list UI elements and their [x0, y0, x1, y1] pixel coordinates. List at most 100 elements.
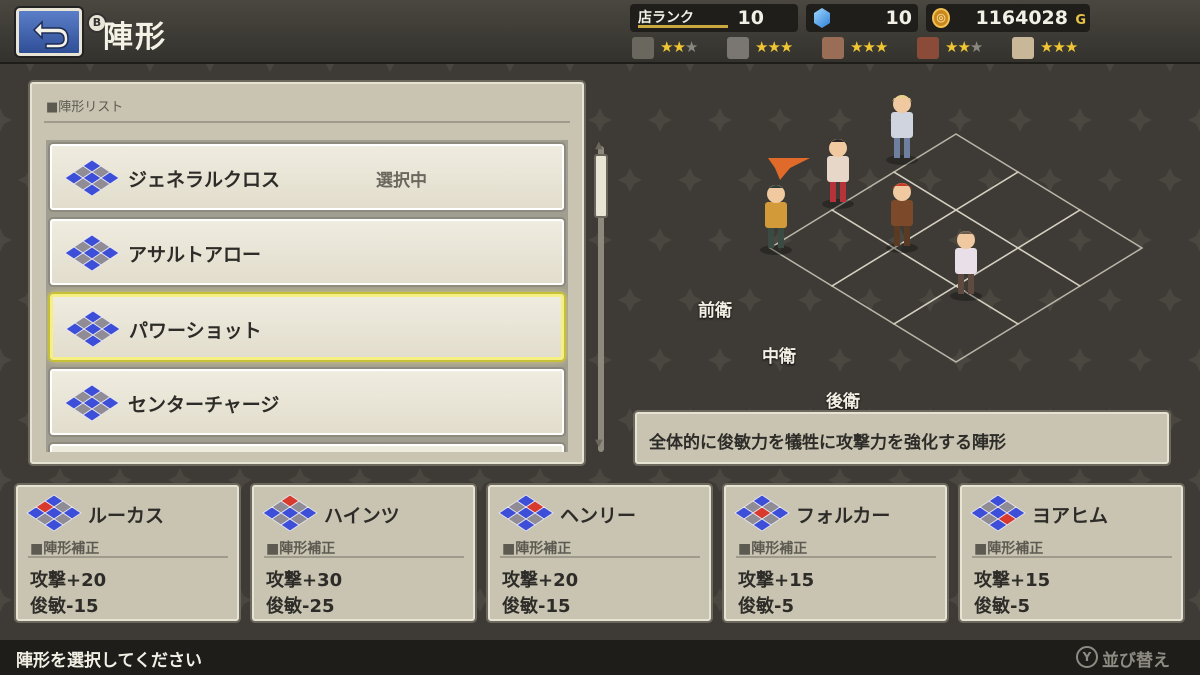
modifier-header: ■陣形補正 — [974, 541, 1044, 557]
member-card[interactable]: ハインツ ■陣形補正 攻撃+30 俊敏-25 — [252, 485, 475, 621]
formation-grid-icon — [26, 494, 82, 532]
modifier-header: ■陣形補正 — [266, 541, 336, 557]
formation-name: アサルトアロー — [128, 244, 262, 266]
agility-modifier: 俊敏-5 — [974, 596, 1030, 617]
member-card[interactable]: ヘンリー ■陣形補正攻撃+20 俊敏-15 — [488, 485, 711, 621]
skill-rating: ★★★ — [1012, 36, 1107, 60]
star-icon: ★ — [1052, 38, 1065, 56]
agility-modifier: 俊敏-15 — [30, 596, 99, 617]
shop-rank-label: 店ランク — [638, 10, 694, 26]
grid-cell — [1016, 209, 1144, 287]
member-name: ヘンリー — [560, 505, 637, 527]
star-icon: ★ — [672, 38, 685, 56]
divider — [28, 556, 228, 558]
formation-item[interactable]: センターチャージ — [50, 369, 564, 435]
character-joachim — [950, 231, 982, 301]
back-button[interactable]: B — [16, 8, 107, 56]
formation-grid-icon — [970, 494, 1026, 532]
attack-modifier: 攻撃+15 — [974, 570, 1051, 591]
star-icon: ★ — [660, 38, 673, 56]
character-henry — [886, 95, 918, 165]
y-button-badge[interactable]: Y — [1076, 646, 1098, 668]
member-name: フォルカー — [796, 505, 891, 527]
cooking-pot-icon — [727, 37, 749, 59]
coin-icon: ◎ — [932, 8, 950, 28]
formation-name: パワーショット — [129, 320, 262, 342]
star-rating: ★★★ — [945, 38, 983, 56]
shop-rank-value: 10 — [737, 7, 764, 29]
formation-list-header: ■陣形リスト — [46, 100, 124, 115]
attack-modifier: 攻撃+20 — [30, 570, 107, 591]
divider — [264, 556, 464, 558]
star-icon: ★ — [862, 38, 875, 56]
formation-item-partial[interactable] — [50, 444, 564, 452]
gem-icon — [814, 8, 830, 28]
modifier-header: ■陣形補正 — [30, 541, 100, 557]
star-icon: ★ — [755, 38, 768, 56]
formation-item[interactable]: アサルトアロー — [50, 219, 564, 285]
star-icon: ★ — [767, 38, 780, 56]
row-label-middle: 中衛 — [762, 347, 796, 367]
formation-item[interactable]: ジェネラルクロス 選択中 — [50, 144, 564, 210]
formation-preview — [760, 95, 1144, 363]
skill-rating: ★★★ — [822, 36, 917, 60]
skill-rating: ★★★ — [632, 36, 727, 60]
formation-grid-icon — [734, 494, 790, 532]
skill-rating: ★★★ — [727, 36, 822, 60]
star-icon: ★ — [874, 38, 888, 56]
selected-badge: 選択中 — [376, 171, 427, 191]
bottom-bar: 陣形を選択してください Y 並び替え — [0, 640, 1200, 675]
sort-button[interactable]: 並び替え — [1102, 646, 1170, 671]
modifier-header: ■陣形補正 — [502, 541, 572, 557]
divider — [736, 556, 936, 558]
pattern-star — [0, 468, 12, 492]
divider — [44, 121, 570, 123]
weaving-icon — [822, 37, 844, 59]
attack-modifier: 攻撃+20 — [502, 570, 579, 591]
star-icon: ★ — [957, 38, 970, 56]
pattern-star — [1188, 588, 1200, 612]
star-icon: ★ — [1064, 38, 1078, 56]
member-card[interactable]: フォルカー ■陣形補正攻撃+15 俊敏-5 — [724, 485, 947, 621]
agility-modifier: 俊敏-5 — [738, 596, 794, 617]
modifier-header: ■陣形補正 — [738, 541, 808, 557]
divider — [972, 556, 1172, 558]
pattern-star — [0, 348, 12, 372]
shelf-icon — [917, 37, 939, 59]
grid-cell — [954, 171, 1082, 249]
formation-list-panel: ■陣形リスト ジェネラルクロス 選択中アサルトアロー パワーショットセンターチャージ… — [30, 82, 608, 464]
member-name: ルーカス — [88, 505, 165, 527]
shop-rank-progress-bar — [638, 25, 728, 28]
star-icon: ★ — [684, 38, 698, 56]
formation-description: 全体的に俊敏力を犠牲に攻撃力を強化する陣形 — [649, 433, 1006, 453]
attack-modifier: 攻撃+15 — [738, 570, 815, 591]
formation-grid-icon — [64, 159, 120, 197]
formation-item[interactable]: パワーショット — [50, 294, 564, 360]
star-rating: ★★★ — [850, 38, 888, 56]
divider — [500, 556, 700, 558]
top-bar: B 陣形 店ランク 10 10 ◎ 1164028 G ★★★ ★★★ ★★★ ★★★… — [0, 0, 1200, 64]
scroll-down-icon: ▼ — [595, 438, 603, 449]
agility-modifier: 俊敏-25 — [266, 596, 335, 617]
agility-modifier: 俊敏-15 — [502, 596, 571, 617]
formation-grid-icon — [262, 494, 318, 532]
member-name: ヨアヒム — [1032, 505, 1109, 527]
gold-amount: 1164028 — [975, 7, 1068, 29]
star-rating: ★★★ — [755, 38, 793, 56]
pattern-star — [0, 588, 12, 612]
member-card[interactable]: ヨアヒム ■陣形補正攻撃+15 俊敏-5 — [960, 485, 1183, 621]
row-label-front: 前衛 — [698, 301, 732, 321]
shop-rank-display: 店ランク 10 — [630, 4, 798, 32]
star-rating: ★★★ — [660, 38, 698, 56]
formation-description-box: 全体的に俊敏力を犠牲に攻撃力を強化する陣形 — [635, 412, 1169, 464]
page-title: 陣形 — [103, 20, 167, 55]
star-icon: ★ — [850, 38, 863, 56]
star-rating: ★★★ — [1040, 38, 1078, 56]
pickaxe-icon — [632, 37, 654, 59]
leader-marker-icon — [768, 158, 810, 180]
row-label-back: 後衛 — [826, 392, 860, 412]
character-heinz — [822, 139, 854, 209]
scroll-icon — [1012, 37, 1034, 59]
member-name: ハインツ — [324, 505, 400, 527]
member-card[interactable]: ルーカス ■陣形補正攻撃+20 俊敏-15 — [16, 485, 239, 621]
